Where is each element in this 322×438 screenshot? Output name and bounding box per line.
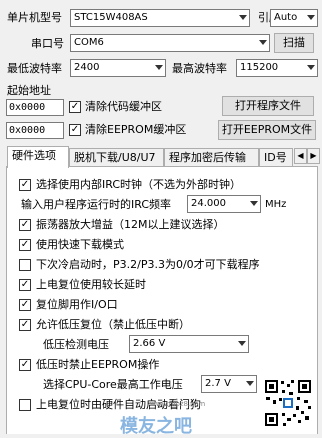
cpu-core-label: 选择CPU-Core最高工作电压 xyxy=(43,378,183,391)
clear-code-label: 清除代码缓冲区 xyxy=(85,100,162,113)
qr-code-image xyxy=(263,378,313,428)
serial-port-value: COM6 xyxy=(74,37,104,48)
start-address-label: 起始地址 xyxy=(7,84,51,97)
max-baud-label: 最高波特率 xyxy=(172,62,227,75)
irc-freq-select[interactable]: 24.000 xyxy=(187,195,261,213)
chevron-down-icon xyxy=(250,201,258,206)
chevron-down-icon xyxy=(239,15,247,20)
low-volt-value: 2.66 V xyxy=(133,338,166,349)
min-baud-label: 最低波特率 xyxy=(7,62,62,75)
osc-gain-checkbox[interactable]: ✓ xyxy=(19,219,31,231)
clear-eeprom-label: 清除EEPROM缓冲区 xyxy=(85,123,187,136)
max-baud-value: 115200 xyxy=(240,62,279,73)
low-volt-eeprom-label: 低压时禁止EEPROM操作 xyxy=(36,358,160,371)
max-baud-select[interactable]: 115200 xyxy=(236,59,318,77)
irc-freq-value: 24.000 xyxy=(191,198,226,209)
mcu-model-value: STC15W408AS xyxy=(74,12,148,23)
power-on-reset-checkbox[interactable] xyxy=(19,399,31,411)
long-delay-label: 上电复位使用较长延时 xyxy=(36,278,146,291)
reset-pin-io-label: 复位脚用作I/O口 xyxy=(36,298,118,311)
open-program-button[interactable]: 打开程序文件 xyxy=(222,96,314,116)
p32-p33-checkbox[interactable] xyxy=(19,259,31,271)
cpu-core-select[interactable]: 2.7 V xyxy=(201,375,257,393)
low-volt-select[interactable]: 2.66 V xyxy=(129,335,249,353)
min-baud-value: 2400 xyxy=(74,62,100,73)
qr-code-icon xyxy=(263,378,313,428)
open-eeprom-button[interactable]: 打开EEPROM文件 xyxy=(218,120,316,140)
tab-id-number[interactable]: ID号 xyxy=(259,148,293,167)
serial-port-label: 串口号 xyxy=(31,37,64,50)
osc-gain-label: 振荡器放大增益（12M以上建议选择） xyxy=(36,218,225,231)
clear-code-checkbox[interactable]: ✓ xyxy=(69,101,81,113)
chevron-down-icon xyxy=(307,65,315,70)
chevron-down-icon xyxy=(155,65,163,70)
low-volt-reset-checkbox[interactable]: ✓ xyxy=(19,319,31,331)
chevron-down-icon xyxy=(259,40,267,45)
low-volt-eeprom-checkbox[interactable]: ✓ xyxy=(19,359,31,371)
chevron-down-icon xyxy=(246,381,254,386)
chevron-down-icon xyxy=(238,341,246,346)
pin-count-value: Auto xyxy=(274,12,298,23)
mcu-model-select[interactable]: STC15W408AS xyxy=(70,9,250,27)
tab-scroll-left-icon[interactable]: ◀ xyxy=(294,148,307,164)
internal-irc-checkbox[interactable]: ✓ xyxy=(19,179,31,191)
low-volt-label: 低压检测电压 xyxy=(43,338,109,351)
serial-port-select[interactable]: COM6 xyxy=(70,34,270,52)
min-baud-select[interactable]: 2400 xyxy=(70,59,166,77)
code-address-input[interactable]: 0x0000 xyxy=(6,99,64,116)
cpu-core-value: 2.7 V xyxy=(205,378,231,389)
fast-download-checkbox[interactable]: ✓ xyxy=(19,239,31,251)
tab-scroll: ◀ ▶ xyxy=(294,148,320,164)
tab-offline-download[interactable]: 脱机下载/U8/U7 xyxy=(69,148,164,167)
mcu-model-label: 单片机型号 xyxy=(7,11,62,24)
irc-freq-label: 输入用户程序运行时的IRC频率 xyxy=(21,198,172,211)
pin-count-select[interactable]: Auto xyxy=(270,9,318,27)
tab-encrypted-transfer[interactable]: 程序加密后传输 xyxy=(164,148,259,167)
watermark-url: www.moz8.com xyxy=(150,400,206,408)
chevron-down-icon xyxy=(307,15,315,20)
long-delay-checkbox[interactable]: ✓ xyxy=(19,279,31,291)
tab-hardware-options[interactable]: 硬件选项 xyxy=(7,146,69,168)
tab-scroll-right-icon[interactable]: ▶ xyxy=(307,148,320,164)
scan-button[interactable]: 扫描 xyxy=(274,33,314,53)
watermark-text: 模友之吧 xyxy=(120,416,192,437)
p32-p33-label: 下次冷启动时，P3.2/P3.3为0/0才可下载程序 xyxy=(36,258,260,271)
low-volt-reset-label: 允许低压复位（禁止低压中断） xyxy=(36,318,190,331)
eeprom-address-input[interactable]: 0x0000 xyxy=(6,122,64,139)
fast-download-label: 使用快速下载模式 xyxy=(36,238,124,251)
irc-freq-unit: MHz xyxy=(265,199,287,210)
reset-pin-io-checkbox[interactable]: ✓ xyxy=(19,299,31,311)
internal-irc-label: 选择使用内部IRC时钟（不选为外部时钟） xyxy=(36,178,242,191)
clear-eeprom-checkbox[interactable]: ✓ xyxy=(69,124,81,136)
